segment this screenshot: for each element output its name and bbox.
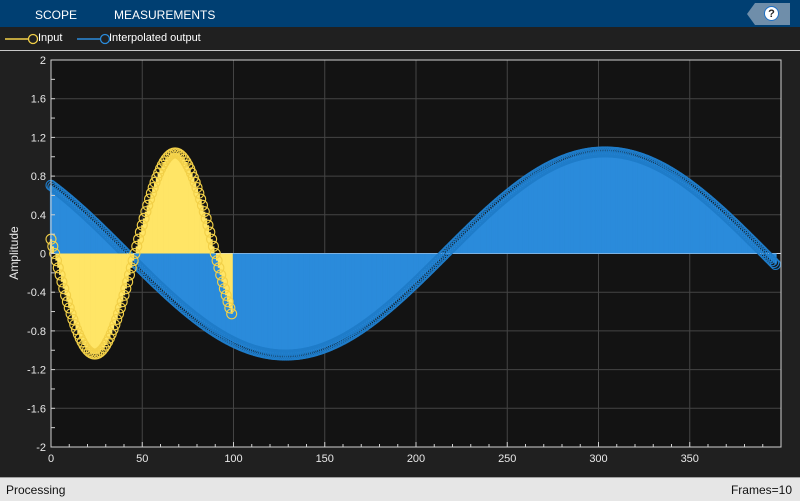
status-text: Processing	[6, 483, 66, 497]
y-tick-label: 1.2	[31, 132, 46, 144]
y-tick-label: 0.4	[31, 210, 46, 222]
x-tick-label: 350	[681, 453, 699, 465]
legend-label: Interpolated output	[109, 32, 201, 44]
tab-measurements[interactable]: MEASUREMENTS	[114, 8, 215, 22]
x-tick-label: 50	[136, 453, 148, 465]
legend-label: Input	[38, 32, 63, 44]
stem-plot[interactable]: 0 50 100 150 200 250 300 350 2 1.6 1.2 0.8 0.4 0 -0.4 -…	[0, 51, 800, 477]
frames-count: Frames=10	[730, 483, 792, 497]
x-tick-label: 200	[407, 453, 425, 465]
y-tick-label: 2	[40, 55, 46, 67]
y-tick-label: -1.6	[27, 403, 46, 415]
output-marker-icon	[77, 33, 110, 45]
x-tick-label: 0	[48, 453, 54, 465]
x-tick-label: 150	[316, 453, 334, 465]
y-axis-label: Amplitude	[7, 226, 21, 280]
y-tick-label: -0.8	[27, 326, 46, 338]
y-tick-label: -2	[36, 442, 46, 454]
x-tick-label: 300	[589, 453, 607, 465]
y-tick-label: 1.6	[31, 94, 46, 106]
toolstrip: SCOPE MEASUREMENTS ?	[0, 0, 800, 27]
y-tick-label: -0.4	[27, 287, 46, 299]
y-tick-label: 0	[40, 249, 46, 261]
x-tick-label: 100	[224, 453, 242, 465]
y-tick-label: 0.8	[31, 171, 46, 183]
help-button[interactable]: ?	[747, 3, 790, 25]
y-tick-label: -1.2	[27, 365, 46, 377]
tab-scope[interactable]: SCOPE	[35, 8, 77, 22]
help-icon: ?	[764, 6, 779, 21]
input-marker-icon	[5, 33, 38, 45]
x-tick-label: 250	[498, 453, 516, 465]
status-bar: Processing Frames=10	[0, 477, 800, 501]
legend: Input Interpolated output	[0, 27, 800, 51]
